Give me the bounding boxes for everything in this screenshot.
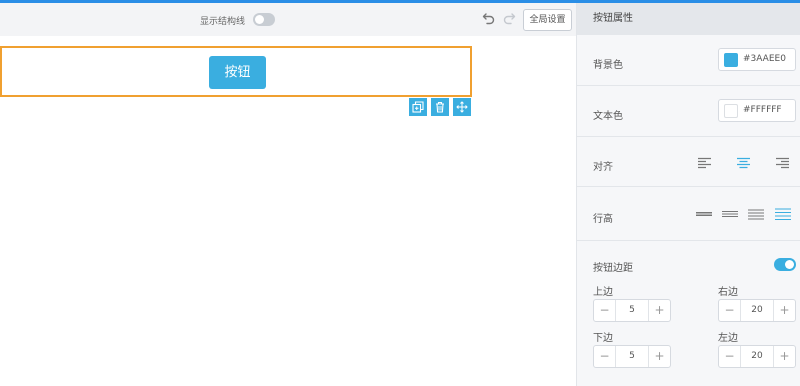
editor-toolbar: 显示结构线 全局设置 [0,3,576,36]
margin-right-minus-button[interactable]: − [719,300,741,321]
bg-color-label: 背景色 [593,60,623,71]
align-right-icon[interactable] [776,157,789,169]
selected-block[interactable]: 按钮 [0,46,472,97]
bg-color-value: #3AAEE0 [743,54,786,64]
show-structure-toggle[interactable] [253,13,275,26]
undo-icon[interactable] [482,11,496,25]
button-margin-toggle[interactable] [774,258,796,271]
bg-color-picker[interactable]: #3AAEE0 [718,48,796,71]
button-margin-label: 按钮边距 [593,263,633,274]
canvas-button[interactable]: 按钮 [209,56,266,89]
align-row: 对齐 [577,137,800,187]
margin-right-label: 右边 [718,287,738,298]
text-color-row: 文本色 #FFFFFF [577,86,800,137]
trash-icon[interactable] [431,98,449,116]
margin-left-stepper: − 20 + [718,345,796,368]
margin-top-stepper: − 5 + [593,299,671,322]
margin-left-minus-button[interactable]: − [719,346,741,367]
margin-left-label: 左边 [718,333,738,344]
panel-title: 按钮属性 [577,3,800,35]
copy-icon[interactable] [409,98,427,116]
line-height-3-icon[interactable] [748,208,764,220]
align-label: 对齐 [593,162,613,173]
margin-bottom-value[interactable]: 5 [616,346,648,367]
block-toolbar [409,98,471,116]
text-color-picker[interactable]: #FFFFFF [718,99,796,122]
margin-bottom-stepper: − 5 + [593,345,671,368]
align-center-icon[interactable] [737,157,750,169]
text-color-label: 文本色 [593,111,623,122]
line-height-4-icon[interactable] [775,208,791,220]
line-height-2-icon[interactable] [722,208,738,220]
margin-right-value[interactable]: 20 [741,300,773,321]
margin-bottom-minus-button[interactable]: − [594,346,616,367]
margin-top-plus-button[interactable]: + [648,300,670,321]
margin-top-label: 上边 [593,287,613,298]
margin-top-value[interactable]: 5 [616,300,648,321]
margin-bottom-plus-button[interactable]: + [648,346,670,367]
text-color-swatch [724,104,738,118]
margin-left-value[interactable]: 20 [741,346,773,367]
redo-icon[interactable] [502,11,516,25]
bg-color-row: 背景色 #3AAEE0 [577,35,800,86]
properties-panel: 按钮属性 背景色 #3AAEE0 文本色 #FFFFFF 对齐 行高 按钮边距 … [576,3,800,386]
line-height-label: 行高 [593,214,613,225]
margin-bottom-label: 下边 [593,333,613,344]
move-icon[interactable] [453,98,471,116]
bg-color-swatch [724,53,738,67]
line-height-row: 行高 [577,187,800,241]
show-structure-label: 显示结构线 [200,17,246,27]
line-height-1-icon[interactable] [696,208,712,220]
editor-canvas: 显示结构线 全局设置 按钮 [0,3,576,386]
button-margin-section: 按钮边距 上边 − 5 + 右边 − 20 + 下边 − 5 + 左边 − 20… [577,241,800,385]
text-color-value: #FFFFFF [743,105,782,115]
margin-right-plus-button[interactable]: + [773,300,795,321]
align-left-icon[interactable] [698,157,711,169]
global-settings-button[interactable]: 全局设置 [523,9,572,31]
margin-top-minus-button[interactable]: − [594,300,616,321]
margin-left-plus-button[interactable]: + [773,346,795,367]
margin-right-stepper: − 20 + [718,299,796,322]
